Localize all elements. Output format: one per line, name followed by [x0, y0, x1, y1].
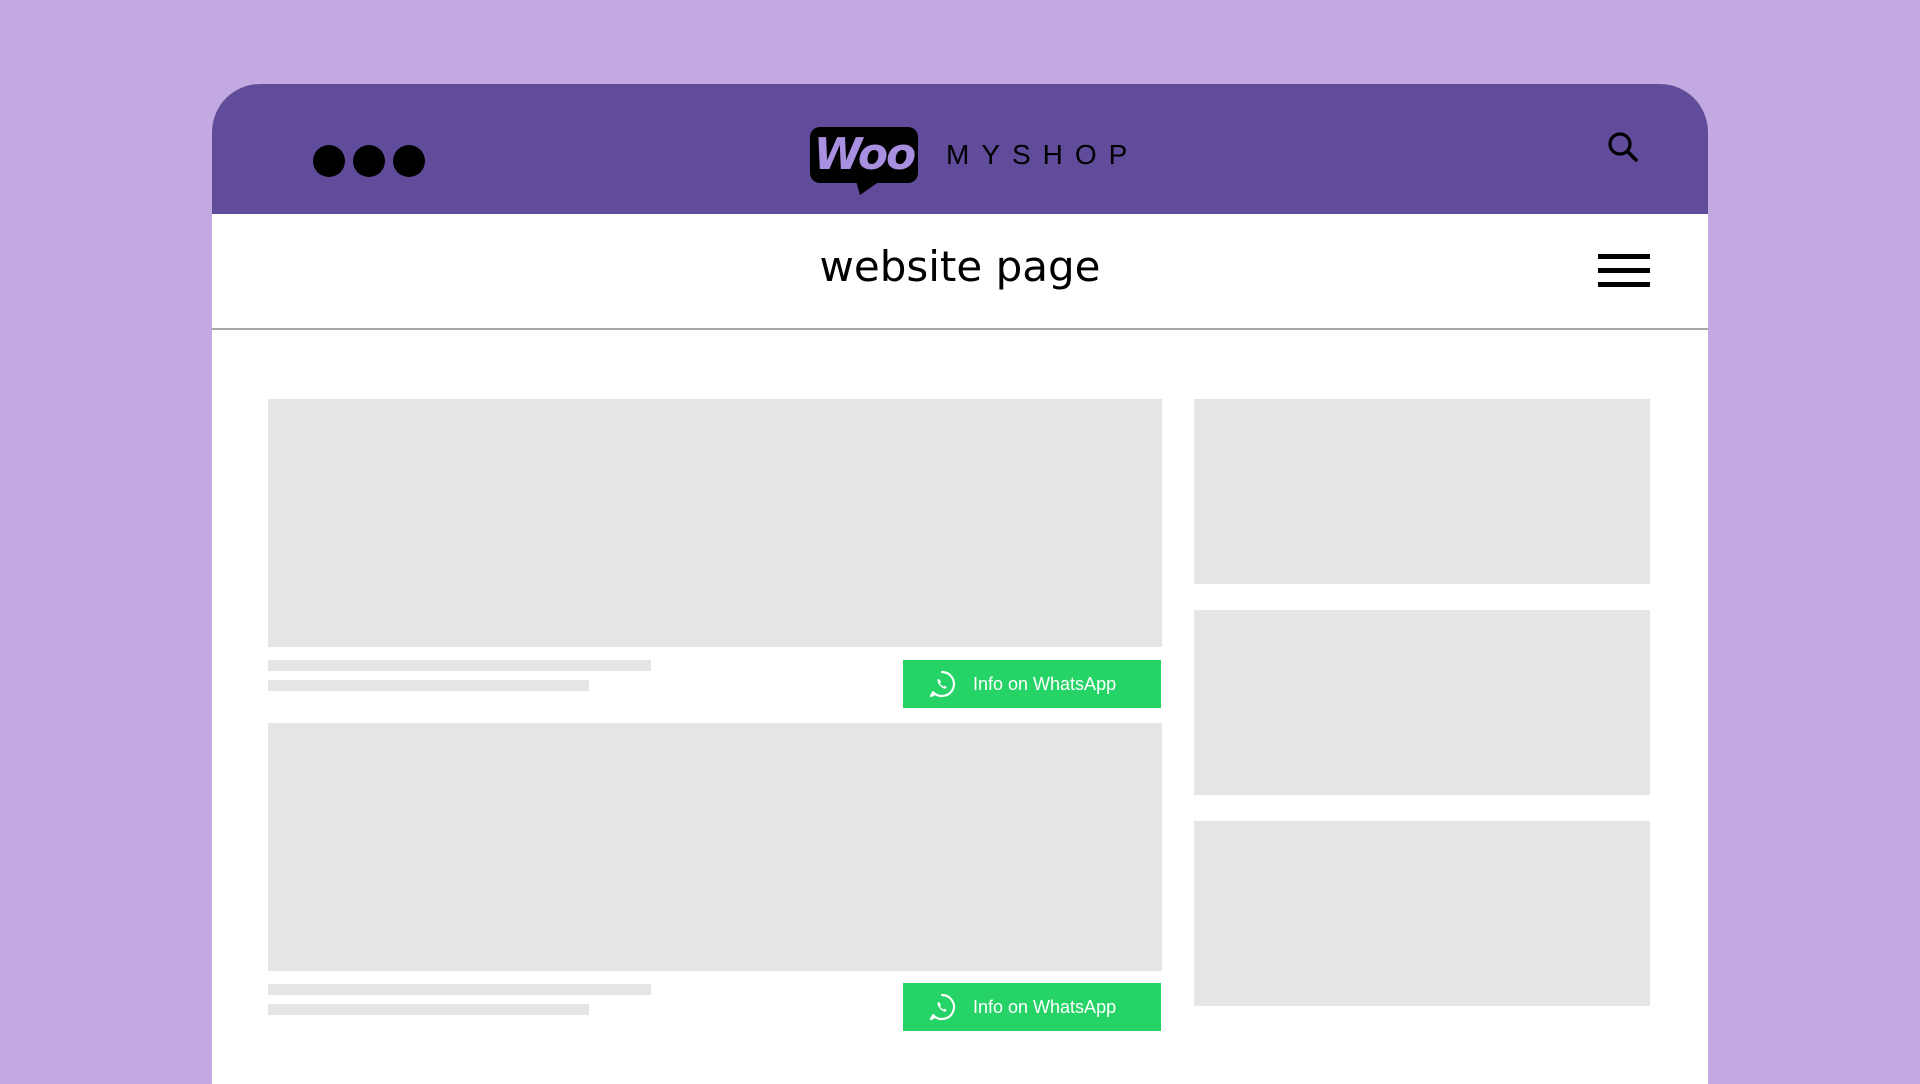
window-dot-icon[interactable] [313, 145, 345, 177]
woo-logo-badge: Woo [810, 127, 918, 195]
page-title-bar: website page [212, 214, 1708, 330]
sidebar-block-placeholder [1194, 821, 1650, 1006]
product-text-placeholder [268, 680, 589, 691]
whatsapp-info-button[interactable]: Info on WhatsApp [903, 983, 1161, 1031]
menu-bar-icon [1598, 268, 1650, 273]
page-title: website page [819, 242, 1101, 291]
whatsapp-button-label: Info on WhatsApp [973, 674, 1117, 694]
menu-bar-icon [1598, 254, 1650, 259]
window-controls [313, 145, 425, 177]
product-image-placeholder [268, 723, 1162, 971]
product-text-placeholder [268, 984, 651, 995]
product-image-placeholder [268, 399, 1162, 647]
shop-logo[interactable]: Woo MYSHOP [810, 122, 1140, 195]
whatsapp-icon [929, 670, 956, 698]
whatsapp-info-button[interactable]: Info on WhatsApp [903, 660, 1161, 708]
search-icon [1608, 132, 1638, 162]
hamburger-menu-button[interactable] [1598, 254, 1650, 288]
whatsapp-icon [929, 993, 956, 1021]
top-header-bar: Woo MYSHOP [212, 84, 1708, 214]
window-dot-icon[interactable] [353, 145, 385, 177]
whatsapp-button-label: Info on WhatsApp [973, 997, 1117, 1017]
sidebar-block-placeholder [1194, 399, 1650, 584]
menu-bar-icon [1598, 282, 1650, 287]
product-text-placeholder [268, 1004, 589, 1015]
product-text-placeholder [268, 660, 651, 671]
browser-window: Woo MYSHOP website page Info on WhatsApp [212, 84, 1708, 1084]
woo-logo-text: Woo [813, 129, 917, 180]
shop-name: MYSHOP [946, 139, 1140, 170]
search-button[interactable] [1604, 128, 1642, 166]
window-dot-icon[interactable] [393, 145, 425, 177]
sidebar-block-placeholder [1194, 610, 1650, 795]
